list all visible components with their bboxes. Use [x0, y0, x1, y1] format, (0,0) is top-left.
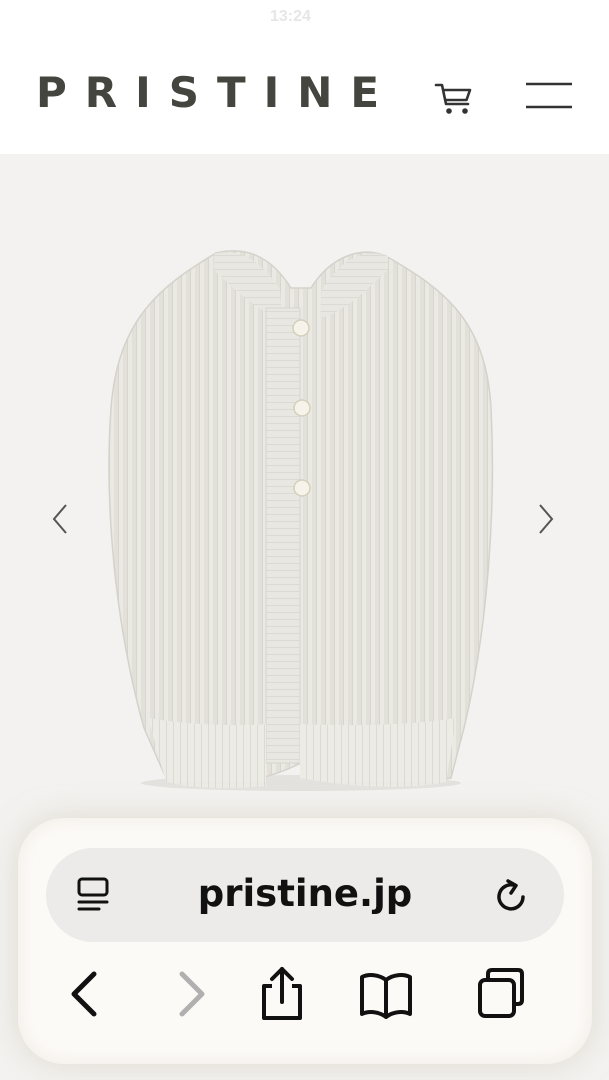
- product-image[interactable]: [96, 248, 506, 793]
- status-time: 13:24: [270, 8, 311, 25]
- back-icon: [71, 971, 97, 1017]
- forward-button[interactable]: [162, 964, 218, 1024]
- browser-toolbar: pristine.jp: [18, 818, 592, 1064]
- knit-cardigan-vest-image: [108, 250, 494, 791]
- reload-button[interactable]: [492, 876, 532, 916]
- page: 13:24 PRISTINE pristine.jp: [0, 0, 609, 1080]
- back-button[interactable]: [58, 964, 114, 1024]
- cart-button[interactable]: [430, 76, 476, 118]
- cart-icon: [434, 83, 472, 114]
- forward-icon: [179, 971, 205, 1017]
- share-icon: [262, 967, 302, 1020]
- hamburger-menu-icon: [526, 82, 572, 109]
- bookmarks-button[interactable]: [358, 964, 414, 1024]
- product-gallery[interactable]: [0, 154, 609, 854]
- previous-image-button[interactable]: [44, 499, 78, 539]
- tabs-icon: [478, 968, 524, 1018]
- status-bar: 13:24: [0, 0, 609, 40]
- chevron-right-icon: [539, 504, 554, 534]
- site-header: PRISTINE: [0, 40, 609, 154]
- url-text[interactable]: pristine.jp: [46, 873, 564, 915]
- address-bar[interactable]: pristine.jp: [46, 848, 564, 942]
- brand-logo[interactable]: PRISTINE: [36, 72, 397, 114]
- bookmarks-icon: [360, 973, 412, 1019]
- menu-button[interactable]: [520, 76, 576, 116]
- next-image-button[interactable]: [530, 499, 564, 539]
- reload-icon: [497, 879, 525, 911]
- tabs-button[interactable]: [474, 964, 530, 1024]
- share-button[interactable]: [254, 964, 310, 1024]
- chevron-left-icon: [52, 504, 67, 534]
